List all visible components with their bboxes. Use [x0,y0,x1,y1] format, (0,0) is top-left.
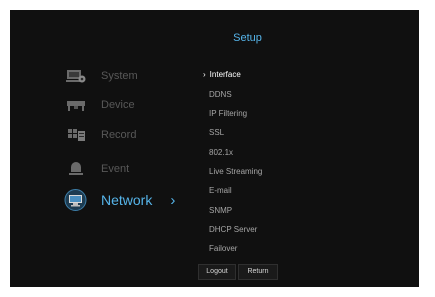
menu-item-failover[interactable]: Failover [209,244,237,253]
sidebar-item-label: System [101,70,138,82]
menu-item-ddns[interactable]: DDNS [209,90,232,99]
sidebar-item-label: Device [101,99,135,111]
event-icon [66,162,86,176]
menu-item-ssl[interactable]: SSL [209,128,224,137]
logout-button[interactable]: Logout [198,264,236,280]
setup-screen: Setup System Device Record Event Network… [10,10,419,287]
sidebar-item-event[interactable]: Event [66,160,129,178]
menu-item-ip-filtering[interactable]: IP Filtering [209,109,247,118]
menu-item-snmp[interactable]: SNMP [209,206,232,215]
chevron-right-icon: › [170,191,176,209]
menu-item-label: Interface [209,70,241,79]
page-title: Setup [233,32,262,44]
sidebar-item-label: Record [101,129,137,141]
return-button[interactable]: Return [238,264,278,280]
device-icon [66,98,86,112]
menu-item-dhcp-server[interactable]: DHCP Server [209,225,257,234]
chevron-right-icon: › [203,70,206,79]
sidebar-item-label: Network [101,192,153,208]
network-icon [63,189,88,211]
sidebar-item-record[interactable]: Record [66,126,136,144]
sidebar-item-device[interactable]: Device [66,96,135,114]
menu-item-live-streaming[interactable]: Live Streaming [209,167,262,176]
menu-item-interface[interactable]: › Interface [203,70,241,79]
menu-item-8021x[interactable]: 802.1x [209,148,233,157]
record-icon [66,128,86,142]
sidebar-item-network[interactable]: Network › [63,188,175,212]
sidebar-item-system[interactable]: System [66,67,138,85]
sidebar-item-label: Event [101,163,130,175]
system-icon [66,69,86,83]
menu-item-email[interactable]: E-mail [209,186,232,195]
